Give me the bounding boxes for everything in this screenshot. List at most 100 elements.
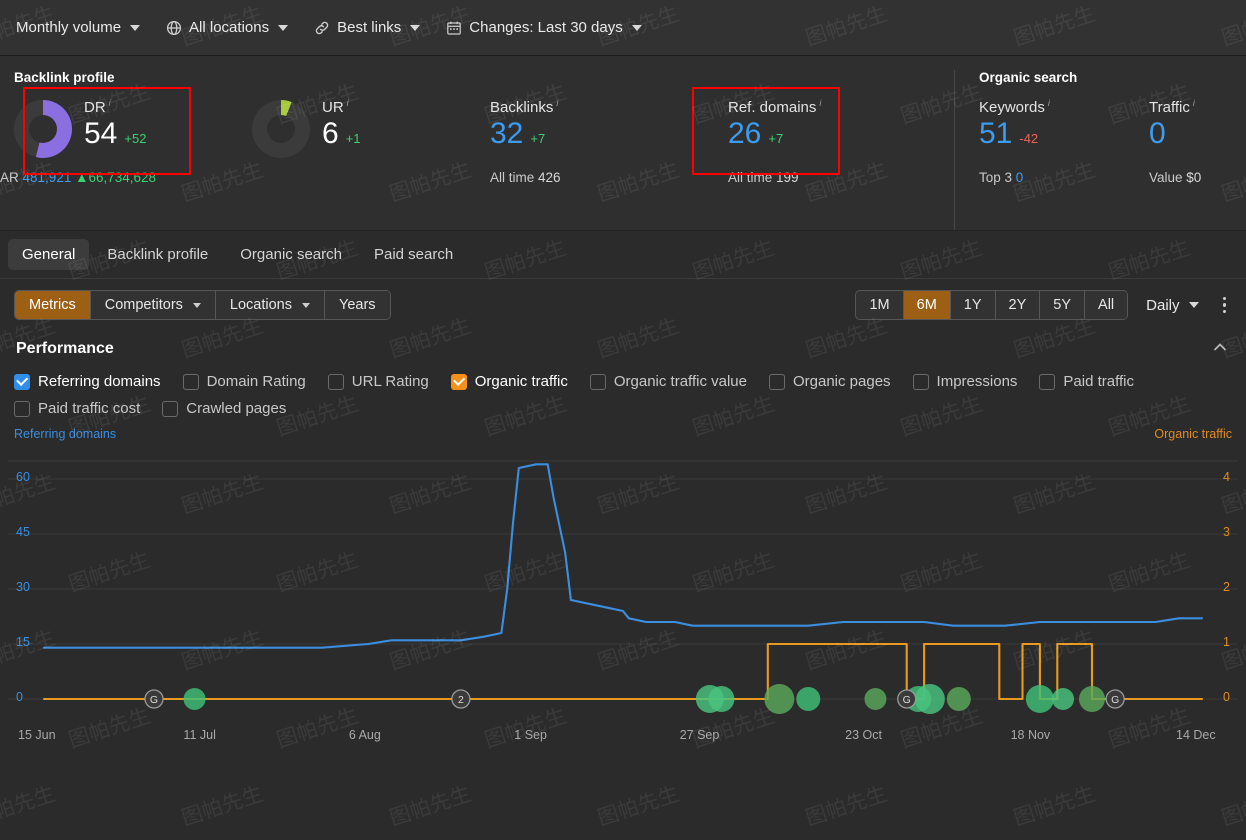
toggle-crawled-pages[interactable]: Crawled pages [162,400,286,417]
metric-card-backlinks[interactable]: Backlinks i 32 +7 All time 426 [490,96,728,230]
toggle-domain-rating[interactable]: Domain Rating [182,373,306,390]
segbtn-competitors[interactable]: Competitors [90,291,216,319]
chevron-down-icon [192,302,201,308]
metric-card-keywords[interactable]: Keywords i 51 -42 Top 3 0 [979,96,1149,230]
info-icon[interactable]: i [1048,98,1050,108]
toggle-paid-traffic-cost[interactable]: Paid traffic cost [14,400,140,417]
filter-monthly-volume[interactable]: Monthly volume [16,19,141,36]
ur-delta: +1 [345,131,361,146]
toggle-label: Organic traffic [474,373,568,390]
y-axis-right-tick: 1 [1223,635,1230,649]
ref-domains-alltime-value: 199 [776,170,799,185]
info-icon[interactable]: i [556,98,558,108]
metric-card-ur[interactable]: UR i 6 +1 [252,96,490,230]
range-all[interactable]: All [1085,291,1128,319]
ur-value: 6 [322,117,339,150]
segbtn-locations[interactable]: Locations [215,291,325,319]
filter-label: Monthly volume [16,19,122,36]
performance-chart[interactable]: Referring domains Organic traffic G2GG 6… [0,427,1246,745]
filter-all-locations[interactable]: All locations [166,19,289,36]
tab-backlink-profile[interactable]: Backlink profile [93,239,222,270]
metric-card-traffic[interactable]: Traffic i 0 Value $0 [1149,96,1246,230]
y-axis-right-tick: 2 [1223,580,1230,594]
chart-range-controls: 1M 6M 1Y 2Y 5Y All Daily [855,290,1232,320]
performance-metric-toggles: Referring domains Domain Rating URL Rati… [0,367,1246,427]
checkbox-icon [162,400,179,417]
toggle-label: Crawled pages [186,400,287,417]
range-5y[interactable]: 5Y [1040,291,1086,319]
segbtn-metrics-label: Metrics [29,297,76,313]
tab-general[interactable]: General [8,239,90,270]
watermark-text: 图帕先生 [178,781,267,831]
tab-organic-search[interactable]: Organic search [226,239,356,270]
filter-label: All locations [189,19,270,36]
metric-card-dr[interactable]: DR i 54 +52 AR 481,921 ▲66,734,628 [0,96,252,230]
x-axis-tick: 15 Jun [18,728,56,742]
info-icon[interactable]: i [109,98,111,108]
toggle-impressions[interactable]: Impressions [912,373,1017,390]
segbtn-years[interactable]: Years [324,291,390,319]
range-1y[interactable]: 1Y [950,291,996,319]
watermark-text: 图帕先生 [594,781,683,831]
y-axis-left-tick: 30 [16,580,30,594]
toggle-label: URL Rating [351,373,429,390]
toggle-referring-domains[interactable]: Referring domains [14,373,161,390]
traffic-value: 0 [1149,117,1166,150]
info-icon[interactable]: i [347,98,349,108]
info-icon[interactable]: i [819,98,821,108]
range-6m[interactable]: 6M [903,291,951,319]
filter-changes-period[interactable]: Changes: Last 30 days [446,19,642,36]
chart-view-segment: Metrics Competitors Locations Years [14,290,391,320]
toggle-organic-pages[interactable]: Organic pages [768,373,891,390]
toggle-organic-traffic-value[interactable]: Organic traffic value [589,373,747,390]
ref-domains-label: Ref. domains i [728,98,821,116]
x-axis-tick: 23 Oct [845,728,882,742]
chart-control-bar: Metrics Competitors Locations Years 1M 6… [0,279,1246,331]
metrics-summary-strip: Backlink profile DR i 54 +52 AR 481,921 … [0,56,1246,231]
backlink-profile-title: Backlink profile [14,70,115,85]
toggle-paid-traffic[interactable]: Paid traffic [1039,373,1134,390]
dr-label-text: DR [84,99,106,116]
more-options-icon[interactable] [1217,293,1233,318]
dr-donut-hole [29,115,57,143]
granularity-dropdown[interactable]: Daily [1146,297,1199,314]
range-2y[interactable]: 2Y [995,291,1041,319]
chevron-down-icon [130,24,141,31]
info-icon[interactable]: i [1193,98,1195,108]
segbtn-metrics[interactable]: Metrics [15,291,91,319]
range-1m[interactable]: 1M [856,291,904,319]
chevron-down-icon [278,24,289,31]
backlinks-value: 32 [490,117,524,150]
checkbox-icon [768,373,785,390]
tab-paid-search[interactable]: Paid search [360,239,467,270]
toggle-label: Referring domains [38,373,161,390]
x-axis-tick: 11 Jul [183,728,216,742]
backlinks-label: Backlinks i [490,98,558,116]
toggle-url-rating[interactable]: URL Rating [327,373,429,390]
checkbox-icon [327,373,344,390]
link-icon [314,20,330,36]
svg-text:2: 2 [458,694,464,706]
checkbox-icon [450,373,467,390]
dr-label: DR i [84,98,146,116]
dr-donut-chart [14,100,72,158]
traffic-value-amount: $0 [1186,170,1202,185]
keywords-label-text: Keywords [979,99,1045,116]
traffic-subline: Value $0 [1149,170,1201,185]
ur-donut-chart [252,100,310,158]
ar-label: AR [0,170,19,185]
filter-best-links[interactable]: Best links [314,19,421,36]
backlinks-alltime-label: All time [490,170,535,185]
watermark-text: 图帕先生 [386,781,475,831]
svg-text:G: G [1111,694,1119,706]
svg-text:G: G [150,694,158,706]
y-axis-left-tick: 45 [16,525,30,539]
metric-card-ref-domains[interactable]: Ref. domains i 26 +7 All time 199 [728,96,954,230]
checkbox-icon [912,373,929,390]
toggle-organic-traffic[interactable]: Organic traffic [450,373,568,390]
chevron-up-icon[interactable] [1210,337,1230,361]
filter-label: Best links [337,19,402,36]
keywords-delta: -42 [1019,131,1039,146]
time-range-segment: 1M 6M 1Y 2Y 5Y All [855,290,1129,320]
checkbox-icon [589,373,606,390]
